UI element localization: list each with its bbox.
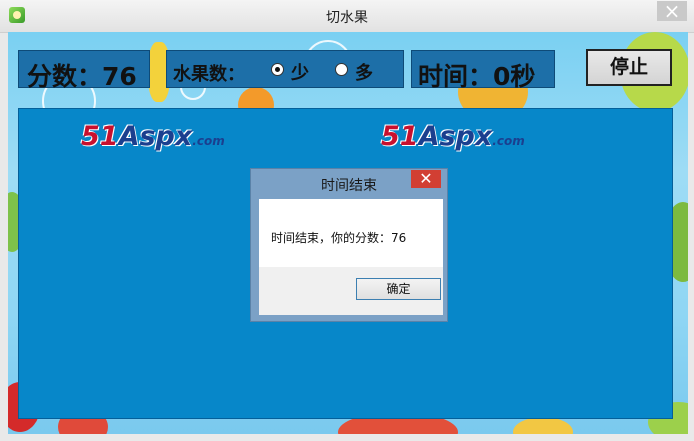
watermark-suffix: .com: [492, 134, 525, 148]
fruit-count-few-label[interactable]: 少: [291, 59, 309, 85]
watermark-logo: 51Aspx.com: [81, 121, 225, 152]
ok-button[interactable]: 确定: [356, 278, 441, 300]
timer-text: 时间：0秒: [418, 62, 536, 91]
stop-button[interactable]: 停止: [586, 49, 672, 86]
watermark-word: Aspx: [118, 121, 193, 152]
watermark-number: 51: [81, 121, 119, 152]
fruit-count-few-radio[interactable]: [271, 63, 284, 76]
watermark-suffix: .com: [192, 134, 225, 148]
dialog-message: 时间结束，你的分数：76: [271, 231, 407, 245]
lemon-decoration: [513, 417, 573, 434]
fruit-count-many-label[interactable]: 多: [355, 59, 373, 85]
fruit-count-many-radio[interactable]: [335, 63, 348, 76]
time-up-dialog: 时间结束 ✕ 时间结束，你的分数：76 确定: [250, 168, 448, 322]
score-panel: 分数：76: [18, 50, 150, 91]
close-icon[interactable]: [657, 0, 687, 23]
fruit-count-panel: 水果数： 少 多: [166, 50, 404, 88]
score-text: 分数：76: [27, 62, 137, 91]
watermark-logo: 51Aspx.com: [381, 121, 525, 152]
dialog-footer: 确定: [259, 267, 443, 315]
title-bar: 切水果: [0, 0, 694, 33]
close-icon[interactable]: ✕: [411, 170, 441, 188]
watermark-word: Aspx: [418, 121, 493, 152]
fruit-count-label: 水果数：: [173, 64, 245, 85]
timer-panel: 时间：0秒: [411, 50, 555, 91]
window-title: 切水果: [326, 10, 368, 26]
watermark-number: 51: [381, 121, 419, 152]
